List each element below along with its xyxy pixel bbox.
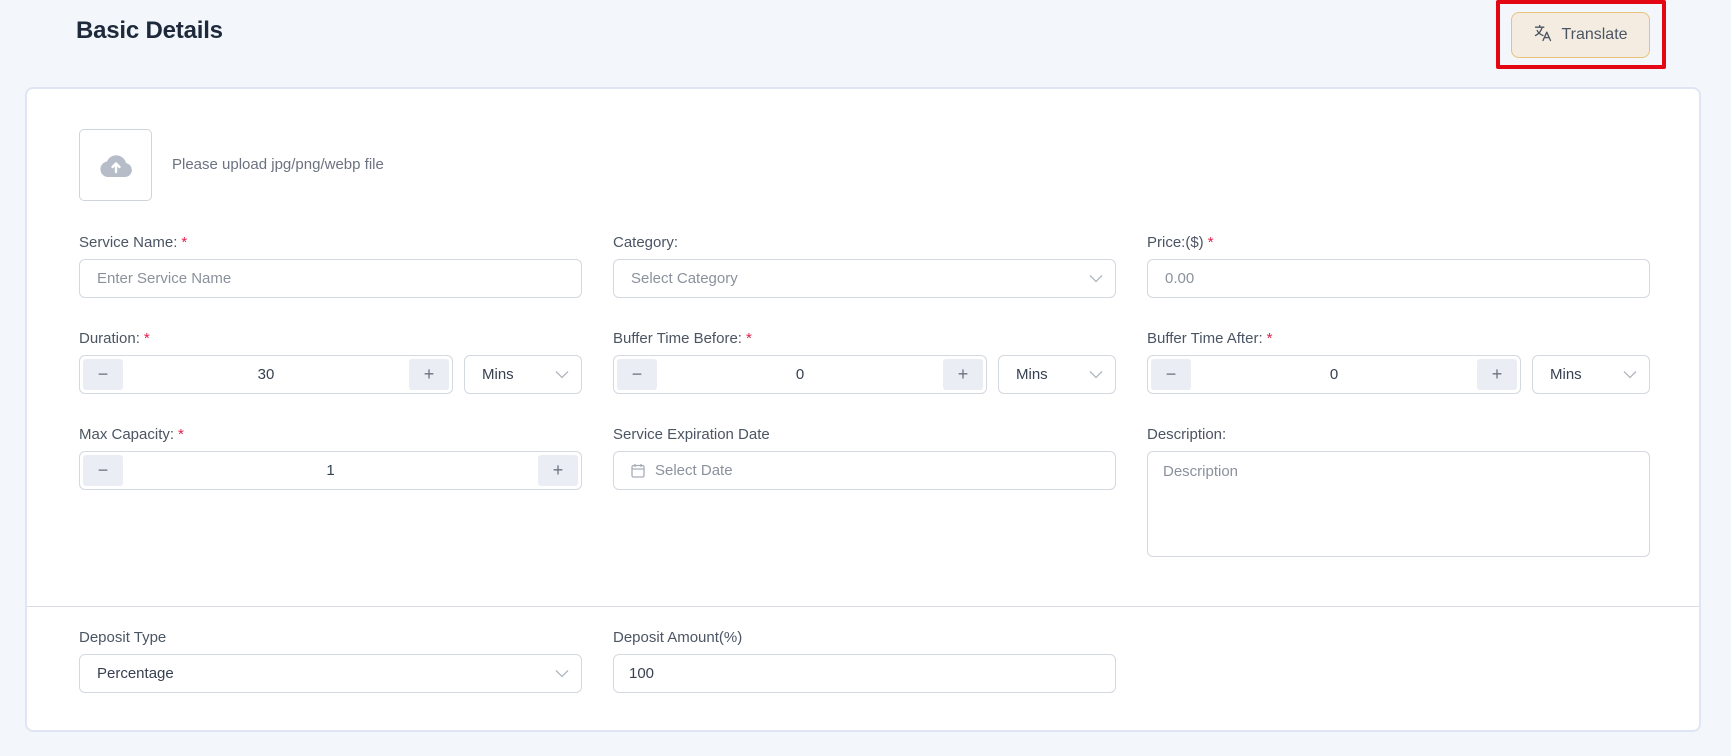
price-placeholder: 0.00 [1165,270,1195,287]
buffer-before-decrement-button[interactable]: − [617,359,657,390]
chevron-down-icon [555,669,569,677]
chevron-down-icon [1089,370,1103,378]
page: Basic Details Translate Please upload jp… [0,0,1731,756]
duration-decrement-button[interactable]: − [83,359,123,390]
max-capacity-value[interactable]: 1 [123,455,538,486]
buffer-before-unit-select[interactable]: Mins [998,355,1116,394]
calendar-icon [631,464,645,478]
duration-unit-select[interactable]: Mins [464,355,582,394]
translate-label: Translate [1561,26,1628,43]
duration-unit-value: Mins [482,366,514,383]
price-field: Price:($) * 0.00 [1147,233,1650,298]
buffer-before-value[interactable]: 0 [657,359,943,390]
deposit-type-label: Deposit Type [79,629,167,646]
buffer-after-stepper: − 0 + [1147,355,1521,394]
deposit-amount-input[interactable]: 100 [613,654,1116,693]
expiration-date-field: Service Expiration Date Select Date [613,425,1116,490]
required-asterisk: * [745,330,752,347]
required-asterisk: * [181,234,188,251]
duration-increment-button[interactable]: + [409,359,449,390]
page-title: Basic Details [76,17,223,44]
max-capacity-field: Max Capacity: * − 1 + [79,425,582,490]
description-textarea[interactable]: Description [1147,451,1650,557]
buffer-before-unit-value: Mins [1016,366,1048,383]
image-upload-button[interactable] [79,129,152,201]
description-placeholder: Description [1163,463,1239,480]
cloud-upload-icon [99,155,132,177]
required-asterisk: * [143,330,150,347]
expiration-date-placeholder: Select Date [655,462,733,479]
required-asterisk: * [1266,330,1273,347]
duration-label: Duration: [79,330,140,347]
buffer-after-decrement-button[interactable]: − [1151,359,1191,390]
category-field: Category: Select Category [613,233,1116,298]
chevron-down-icon [555,370,569,378]
buffer-after-unit-value: Mins [1550,366,1582,383]
max-capacity-increment-button[interactable]: + [538,455,578,486]
buffer-after-field: Buffer Time After: * − 0 + Mins [1147,329,1650,394]
chevron-down-icon [1089,274,1103,282]
buffer-after-label: Buffer Time After: [1147,330,1263,347]
buffer-after-increment-button[interactable]: + [1477,359,1517,390]
duration-value[interactable]: 30 [123,359,409,390]
duration-field: Duration: * − 30 + Mins [79,329,582,394]
deposit-type-select[interactable]: Percentage [79,654,582,693]
max-capacity-stepper: − 1 + [79,451,582,490]
description-label: Description: [1147,426,1227,443]
upload-hint: Please upload jpg/png/webp file [172,156,384,173]
category-placeholder: Select Category [631,270,738,287]
chevron-down-icon [1623,370,1637,378]
price-input[interactable]: 0.00 [1147,259,1650,298]
translate-button[interactable]: Translate [1511,12,1650,58]
translate-icon [1533,23,1553,48]
service-name-placeholder: Enter Service Name [97,270,232,287]
deposit-amount-value: 100 [629,665,655,682]
price-label: Price:($) [1147,234,1204,251]
service-name-input[interactable]: Enter Service Name [79,259,582,298]
section-divider [27,606,1699,607]
deposit-type-value: Percentage [97,665,174,682]
deposit-type-field: Deposit Type Percentage [79,628,582,693]
buffer-after-unit-select[interactable]: Mins [1532,355,1650,394]
service-name-field: Service Name: * Enter Service Name [79,233,582,298]
basic-details-card: Please upload jpg/png/webp file Service … [25,87,1701,732]
category-select[interactable]: Select Category [613,259,1116,298]
max-capacity-decrement-button[interactable]: − [83,455,123,486]
description-field: Description: Description [1147,425,1650,557]
required-asterisk: * [178,426,184,443]
duration-stepper: − 30 + [79,355,453,394]
buffer-before-increment-button[interactable]: + [943,359,983,390]
category-label: Category: [613,234,679,251]
expiration-date-label: Service Expiration Date [613,426,770,443]
expiration-date-input[interactable]: Select Date [613,451,1116,490]
required-asterisk: * [1207,234,1214,251]
deposit-amount-field: Deposit Amount(%) 100 [613,628,1116,693]
service-name-label: Service Name: [79,234,178,251]
max-capacity-label: Max Capacity: [79,426,175,443]
buffer-before-label: Buffer Time Before: [613,330,742,347]
buffer-before-stepper: − 0 + [613,355,987,394]
buffer-after-value[interactable]: 0 [1191,359,1477,390]
deposit-amount-label: Deposit Amount(%) [613,629,743,646]
buffer-before-field: Buffer Time Before: * − 0 + Mins [613,329,1116,394]
